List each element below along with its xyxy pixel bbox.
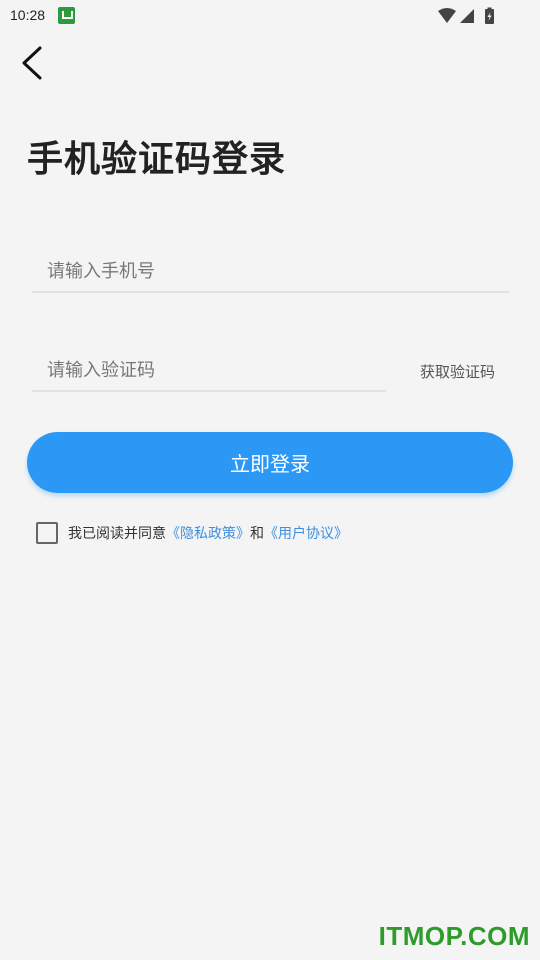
code-underline: [32, 390, 386, 392]
site-watermark: ITMOP.COM: [378, 921, 530, 951]
back-button[interactable]: [16, 42, 56, 86]
verification-code-input[interactable]: [32, 350, 386, 390]
signal-icon: [460, 9, 474, 23]
battery-charging-icon: [485, 7, 494, 24]
agreement-checkbox[interactable]: [36, 522, 58, 544]
phone-underline: [32, 291, 509, 293]
wifi-icon: [438, 8, 456, 23]
page-title: 手机验证码登录: [27, 139, 287, 180]
user-agreement-link[interactable]: 《用户协议》: [264, 523, 348, 543]
login-button[interactable]: 立即登录: [27, 432, 513, 493]
status-icons: [438, 7, 506, 25]
agreement-row: 我已阅读并同意 《隐私政策》 和 《用户协议》: [36, 521, 348, 545]
privacy-policy-link[interactable]: 《隐私政策》: [166, 523, 250, 543]
get-code-button[interactable]: 获取验证码: [420, 361, 495, 382]
phone-input[interactable]: [32, 251, 509, 291]
code-field: [32, 350, 386, 392]
chevron-left-icon: [22, 46, 42, 80]
phone-field: [32, 251, 509, 293]
agreement-and-text: 和: [250, 526, 264, 542]
app-notification-icon: [58, 7, 75, 24]
status-time: 10:28: [10, 7, 46, 23]
status-bar: 10:28: [0, 0, 540, 32]
agreement-text: 我已阅读并同意: [68, 526, 166, 542]
